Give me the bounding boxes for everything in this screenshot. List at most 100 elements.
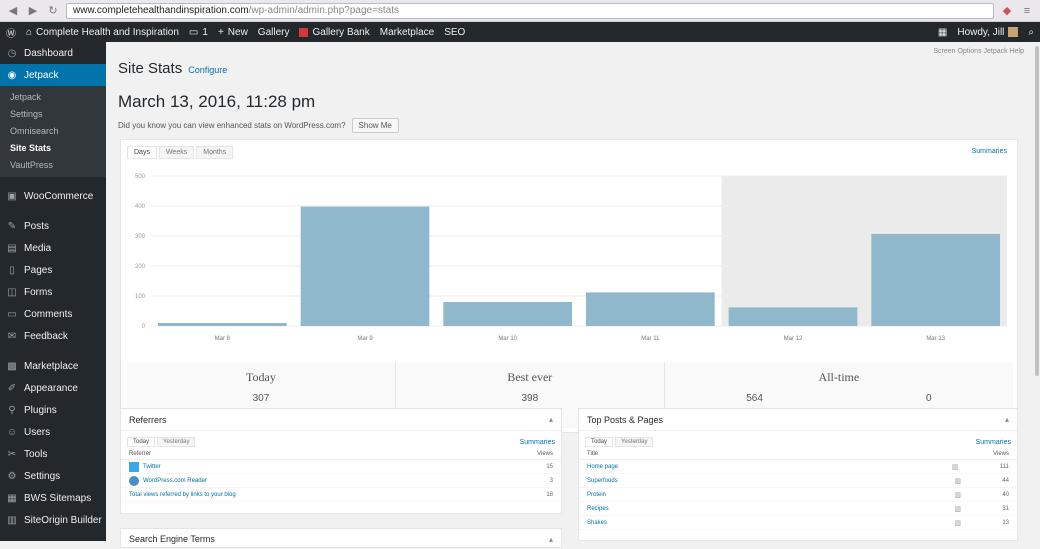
sidebar-item-label: Users	[24, 426, 51, 438]
post-stats-icon[interactable]: ▥	[954, 519, 962, 527]
gallery-bank-link[interactable]: Gallery Bank	[299, 27, 370, 38]
page-scrollbar[interactable]	[1034, 42, 1040, 541]
post-stats-icon[interactable]: ▥	[954, 477, 962, 485]
post-title: Superfoods	[587, 477, 618, 484]
tab-months[interactable]: Months	[196, 146, 234, 159]
sidebar-item-feedback[interactable]: ✉ Feedback	[0, 325, 106, 347]
extension-icon[interactable]: ◆	[1000, 4, 1014, 18]
summaries-link[interactable]: Summaries	[972, 148, 1007, 155]
scrollbar-thumb[interactable]	[1035, 46, 1039, 376]
sidebar-item-marketplace[interactable]: ▩ Marketplace	[0, 355, 106, 377]
settings-icon: ⚙	[7, 470, 17, 482]
reload-icon[interactable]: ↻	[46, 4, 60, 18]
notice-text: Did you know you can view enhanced stats…	[118, 121, 346, 130]
menu-icon[interactable]: ≡	[1020, 4, 1034, 18]
tab-yesterday[interactable]: Yesterday	[615, 437, 654, 447]
top-posts-tabs: Today Yesterday Summaries	[579, 431, 1017, 447]
referrers-column-headers: Referrer Views	[121, 447, 561, 460]
post-stats-icon[interactable]: ▥	[954, 491, 962, 499]
site-name-link[interactable]: ⌂ Complete Health and Inspiration	[26, 27, 179, 38]
referrer-value: 15	[546, 463, 553, 470]
collapse-toggle-icon[interactable]: ▴	[549, 535, 553, 544]
referrer-label: Twitter	[143, 463, 161, 470]
chart-bar	[300, 206, 430, 326]
alltime-views-value: 564	[746, 393, 763, 404]
collapse-toggle-icon[interactable]: ▴	[1005, 415, 1009, 424]
sidebar-item-jetpack[interactable]: ◉ Jetpack	[0, 64, 106, 86]
page-title-text: Site Stats	[118, 60, 183, 77]
sidebar-item-plugins[interactable]: ⚲ Plugins	[0, 399, 106, 421]
list-item[interactable]: Recipes ▥ 31	[579, 502, 1017, 516]
list-item[interactable]: Home page ▥ 111	[579, 460, 1017, 474]
post-stats-icon[interactable]: ▥	[952, 463, 960, 471]
sidebar-item-comments[interactable]: ▭ Comments	[0, 303, 106, 325]
sidebar-item-siteorigin-builder[interactable]: ▥ SiteOrigin Builder	[0, 509, 106, 531]
sidebar-item-settings[interactable]: ⚙ Settings	[0, 465, 106, 487]
sidebar-item-label: Marketplace	[24, 360, 79, 372]
post-views: 40	[1002, 491, 1009, 498]
configure-link[interactable]: Configure	[188, 65, 227, 75]
list-item[interactable]: Protein ▥ 40	[579, 488, 1017, 502]
total-referred-row[interactable]: Total views referred by links to your bl…	[121, 488, 561, 502]
sidebar-item-users[interactable]: ☺ Users	[0, 421, 106, 443]
referrers-tabs: Today Yesterday Summaries	[121, 431, 561, 447]
alltime-comments-value: 0	[925, 393, 932, 404]
sidebar-item-pages[interactable]: ▯ Pages	[0, 259, 106, 281]
url-path: /wp-admin/admin.php?page=stats	[248, 5, 400, 16]
sidebar-item-bws-sitemaps[interactable]: ▦ BWS Sitemaps	[0, 487, 106, 509]
search-icon[interactable]: ⌕	[1028, 27, 1034, 38]
tab-weeks[interactable]: Weeks	[158, 146, 195, 159]
collapse-toggle-icon[interactable]: ▴	[549, 415, 553, 424]
top-posts-column-headers: Title Views	[579, 447, 1017, 460]
jetpack-submenu: Jetpack Settings Omnisearch Site Stats Vault…	[0, 86, 106, 177]
sidebar-item-woocommerce[interactable]: ▣ WooCommerce	[0, 185, 106, 207]
y-tick-label: 0	[142, 324, 146, 330]
comments-link[interactable]: ▭ 1	[189, 27, 208, 38]
main-content: Screen Options Jetpack Help Site Stats C…	[106, 42, 1034, 548]
forward-icon[interactable]: ▶	[26, 4, 40, 18]
new-label: New	[227, 26, 248, 38]
my-account-link[interactable]: Howdy, Jill	[957, 27, 1019, 38]
address-bar[interactable]: www.completehealthandinspiration.com/wp-…	[66, 2, 994, 19]
stats-sparkline-icon[interactable]: ▦	[938, 27, 947, 38]
submenu-item-vaultpress[interactable]: VaultPress	[0, 157, 106, 174]
y-tick-label: 400	[135, 204, 146, 210]
sidebar-item-appearance[interactable]: ✐ Appearance	[0, 377, 106, 399]
sidebar-item-forms[interactable]: ◫ Forms	[0, 281, 106, 303]
x-tick-label: Mar 11	[641, 336, 660, 342]
submenu-item-omnisearch[interactable]: Omnisearch	[0, 123, 106, 140]
tab-days[interactable]: Days	[127, 146, 157, 159]
back-icon[interactable]: ◀	[6, 4, 20, 18]
new-content-link[interactable]: + New	[218, 27, 248, 38]
sidebar-item-label: Media	[24, 242, 52, 254]
list-item[interactable]: Twitter 15	[121, 460, 561, 474]
screen-options-link[interactable]: Screen Options Jetpack Help	[933, 48, 1024, 55]
submenu-item-jetpack[interactable]: Jetpack	[0, 89, 106, 106]
sidebar-item-media[interactable]: ▤ Media	[0, 237, 106, 259]
jetpack-icon: ◉	[7, 69, 17, 81]
tab-today[interactable]: Today	[127, 437, 156, 447]
list-item[interactable]: WordPress.com Reader 3	[121, 474, 561, 488]
sidebar-item-dashboard[interactable]: ◷ Dashboard	[0, 42, 106, 64]
tools-icon: ✂	[7, 448, 17, 460]
brush-icon: ✐	[7, 382, 17, 394]
list-item[interactable]: Shakes ▥ 13	[579, 516, 1017, 530]
top-posts-summaries-link[interactable]: Summaries	[976, 439, 1011, 446]
submenu-item-site-stats[interactable]: Site Stats	[0, 140, 106, 157]
wordpress-logo-icon[interactable]: Ⓦ	[6, 25, 16, 40]
seo-link[interactable]: SEO	[444, 27, 465, 38]
list-item[interactable]: Superfoods ▥ 44	[579, 474, 1017, 488]
plugin-icon: ⚲	[8, 404, 16, 416]
show-me-button[interactable]: Show Me	[351, 118, 399, 133]
tab-yesterday[interactable]: Yesterday	[157, 437, 196, 447]
gallery-link[interactable]: Gallery	[258, 27, 290, 38]
url-host: www.completehealthandinspiration.com	[73, 5, 249, 16]
post-stats-icon[interactable]: ▥	[954, 505, 962, 513]
submenu-item-settings[interactable]: Settings	[0, 106, 106, 123]
marketplace-link[interactable]: Marketplace	[380, 27, 434, 38]
tab-today[interactable]: Today	[585, 437, 614, 447]
search-terms-panel: Search Engine Terms ▴	[120, 528, 562, 548]
sidebar-item-posts[interactable]: ✎ Posts	[0, 215, 106, 237]
referrers-summaries-link[interactable]: Summaries	[520, 439, 555, 446]
sidebar-item-tools[interactable]: ✂ Tools	[0, 443, 106, 465]
